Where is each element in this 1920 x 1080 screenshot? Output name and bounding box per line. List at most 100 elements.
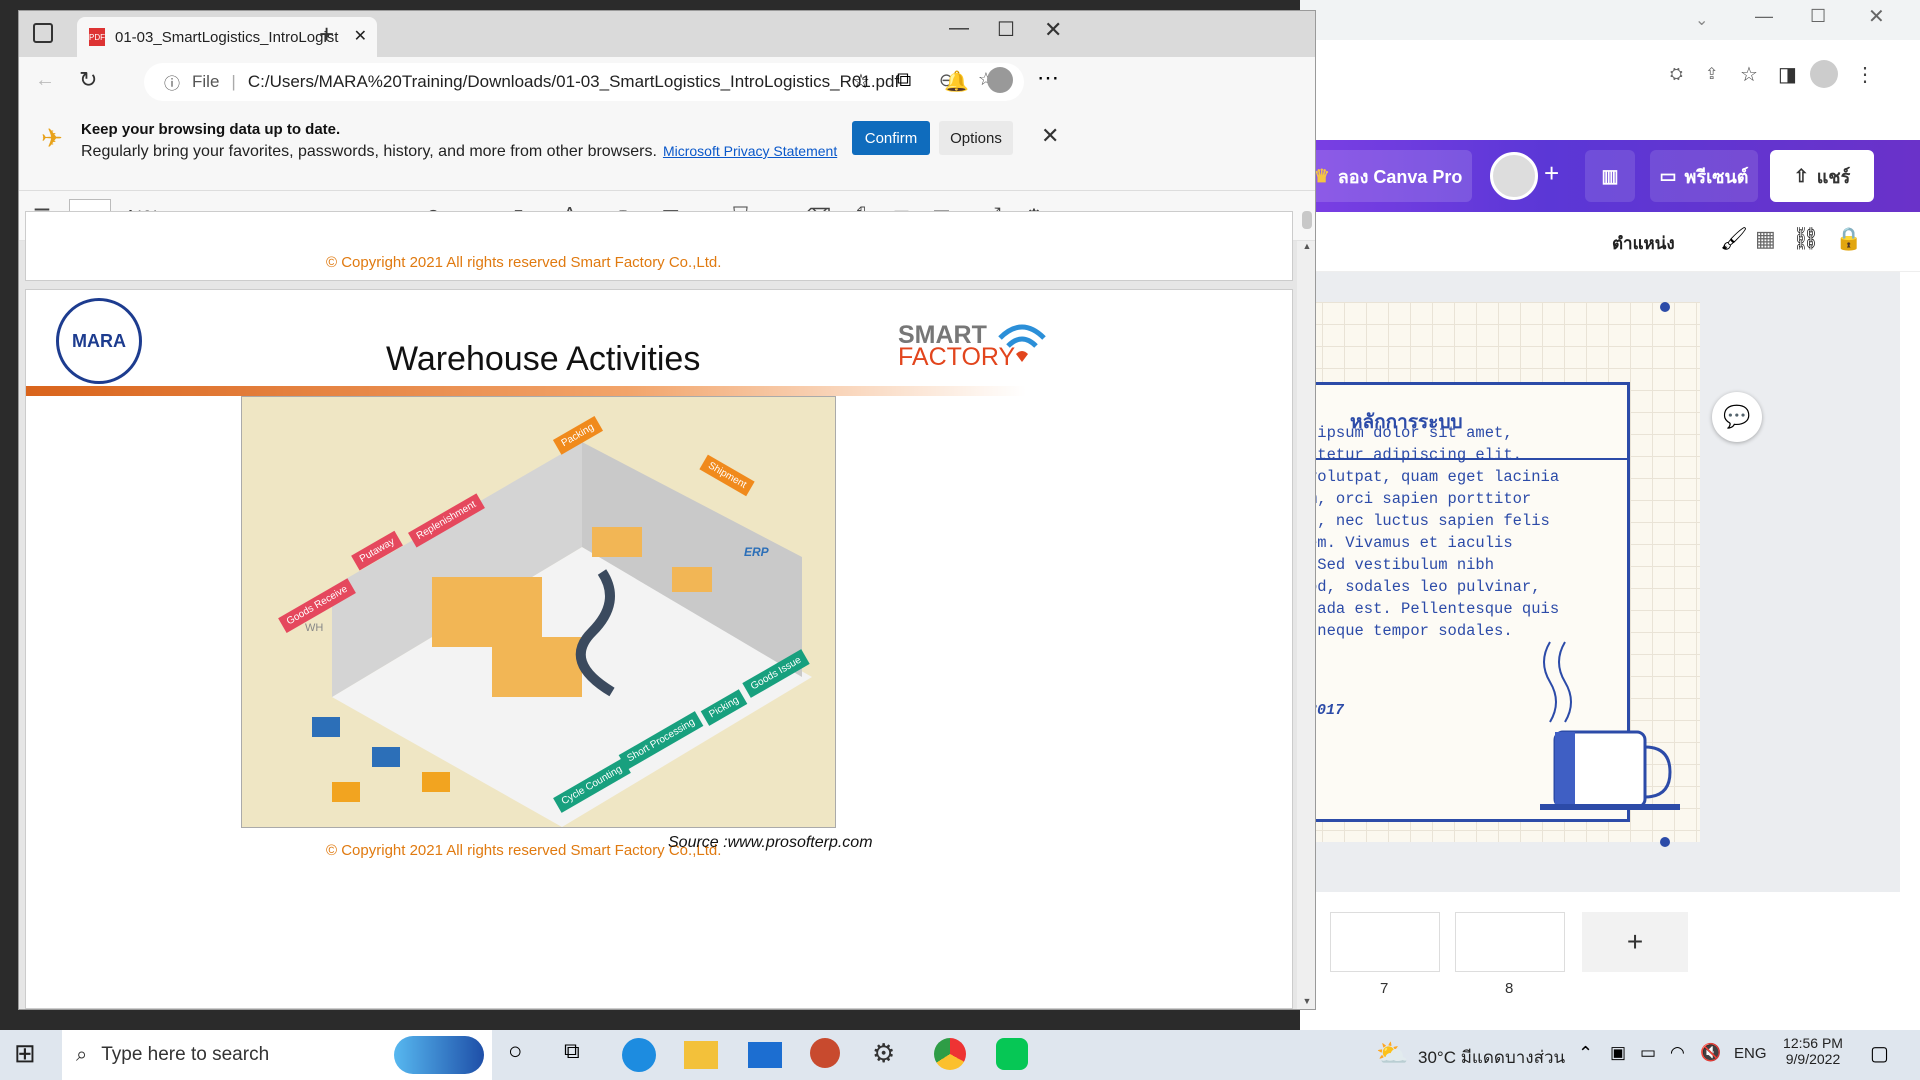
crown-icon: ♛ (1313, 165, 1330, 186)
present-button[interactable]: ▭ พรีเซนต์ (1650, 150, 1758, 202)
slide-thumbnail-7[interactable] (1330, 912, 1440, 972)
task-view-icon[interactable]: ⧉ (564, 1038, 598, 1072)
scroll-up-icon[interactable]: ▲ (1301, 241, 1313, 255)
new-tab-icon[interactable]: + (319, 19, 334, 50)
privacy-link[interactable]: Microsoft Privacy Statement (663, 143, 837, 159)
warehouse-drawing (312, 442, 812, 827)
share-page-icon[interactable]: ⇪ (1705, 64, 1718, 84)
thumbnail-label: 8 (1505, 980, 1514, 997)
url-scheme: File (192, 72, 220, 91)
powerpoint-icon[interactable] (810, 1038, 840, 1068)
insights-button[interactable]: ▥ (1585, 150, 1635, 202)
tab-dropdown-icon[interactable]: ⌄ (1695, 10, 1708, 30)
selection-handle[interactable] (1660, 837, 1670, 847)
translate-icon[interactable]: ⛭ (1670, 66, 1683, 84)
title-underline (26, 386, 1026, 396)
background-titlebar: ⌄ — ☐ ✕ (1300, 0, 1920, 40)
weather-text[interactable]: 30°C มีแดดบางส่วน (1418, 1044, 1565, 1071)
copyright-text: © Copyright 2021 All rights reserved Sma… (326, 254, 722, 271)
close-window-icon[interactable]: ✕ (1044, 17, 1062, 43)
wifi-icon[interactable]: ◠ (1670, 1043, 1685, 1063)
profile-avatar-icon[interactable] (1810, 60, 1838, 88)
refresh-icon[interactable]: ↻ (79, 67, 97, 93)
bar-chart-icon: ▥ (1601, 165, 1619, 186)
bookmark-star-icon[interactable]: ☆ (1740, 62, 1758, 87)
background-browser-window: ⌄ — ☐ ✕ ⛭ ⇪ ☆ ◨ ⋮ ♛ ลอง Canva Pro + ▥ ▭ … (1300, 0, 1920, 1030)
try-canva-pro-button[interactable]: ♛ ลอง Canva Pro (1304, 150, 1472, 202)
language-indicator[interactable]: ENG (1734, 1045, 1767, 1062)
clock[interactable]: 12:56 PM 9/9/2022 (1778, 1035, 1848, 1067)
close-tab-icon[interactable]: ✕ (354, 26, 367, 46)
tray-chevron-icon[interactable]: ⌃ (1578, 1043, 1593, 1064)
position-button[interactable]: ตำแหน่ง (1612, 230, 1675, 257)
clock-time: 12:56 PM (1783, 1035, 1843, 1051)
search-icon: ⌕ (76, 1043, 88, 1066)
more-icon[interactable]: ⋯ (1037, 65, 1059, 91)
address-bar[interactable]: ⓘ File | C:/Users/MARA%20Training/Downlo… (144, 63, 1024, 101)
share-button[interactable]: ⇧ แชร์ (1770, 150, 1874, 202)
transparency-icon[interactable]: ▦ (1755, 226, 1776, 252)
scroll-down-icon[interactable]: ▼ (1301, 996, 1313, 1009)
url-text: C:/Users/MARA%20Training/Downloads/01-03… (247, 72, 900, 91)
add-page-button[interactable]: + (1582, 912, 1688, 972)
wifi-icon (998, 324, 1046, 362)
profile-icon[interactable] (987, 67, 1013, 93)
canva-topbar: ♛ ลอง Canva Pro + ▥ ▭ พรีเซนต์ ⇧ แชร์ (1300, 140, 1920, 212)
tab-actions-icon[interactable] (33, 23, 53, 43)
maximize-icon[interactable]: ☐ (1810, 6, 1826, 27)
file-explorer-icon[interactable] (684, 1041, 718, 1069)
infobar-title: Keep your browsing data up to date. (81, 121, 341, 138)
slide-thumbnail-8[interactable] (1455, 912, 1565, 972)
minimize-icon[interactable]: — (949, 17, 969, 40)
cortana-icon[interactable]: ○ (508, 1038, 542, 1072)
link-icon[interactable]: ⛓ (1792, 226, 1820, 252)
line-app-icon[interactable] (996, 1038, 1028, 1070)
windows-start-icon[interactable]: ⊞ (14, 1038, 48, 1072)
pdf-document-area[interactable]: © Copyright 2021 All rights reserved Sma… (19, 211, 1315, 1009)
tab-strip: PDF 01-03_SmartLogistics_IntroLogist ✕ +… (19, 11, 1315, 57)
meet-now-icon[interactable]: ▣ (1610, 1043, 1626, 1063)
favorites-icon[interactable]: ☆ (852, 69, 870, 94)
close-icon[interactable]: ✕ (1868, 4, 1885, 29)
label-erp: ERP (744, 545, 769, 559)
weather-icon[interactable]: ⛅ (1376, 1038, 1410, 1072)
pdf-page-current: MARA Warehouse Activities SMART FACTORY (25, 289, 1293, 1009)
notifications-icon[interactable]: ▢ (1870, 1041, 1889, 1066)
close-infobar-icon[interactable]: ✕ (1041, 123, 1059, 149)
mail-icon[interactable] (748, 1042, 782, 1068)
user-avatar[interactable] (1490, 152, 1538, 200)
volume-muted-icon[interactable]: 🔇 (1700, 1043, 1721, 1063)
copyright-text: © Copyright 2021 All rights reserved Sma… (326, 842, 722, 859)
canva-editor-toolbar: ตำแหน่ง 🖌 ▦ ⛓ 🔒 (1300, 212, 1920, 272)
edge-app-icon[interactable] (622, 1038, 656, 1072)
add-collaborator-icon[interactable]: + (1544, 158, 1559, 189)
source-text: Source :www.prosofterp.com (668, 834, 873, 851)
collections-icon[interactable]: ⧉ (897, 69, 911, 92)
menu-dots-icon[interactable]: ⋮ (1855, 62, 1875, 87)
confirm-button[interactable]: Confirm (852, 121, 930, 155)
settings-icon[interactable]: ⚙ (872, 1038, 906, 1072)
scrollbar[interactable]: ▲ ▼ (1297, 211, 1315, 1009)
options-button[interactable]: Options (939, 121, 1013, 155)
chrome-icon[interactable] (934, 1038, 966, 1070)
thumbnail-label: 7 (1380, 980, 1389, 997)
canva-slide[interactable]: หลักการระบบ ipsum dolor sit amet, ctetur… (1300, 302, 1700, 847)
tab-title: 01-03_SmartLogistics_IntroLogist (115, 28, 339, 46)
add-comment-icon[interactable]: 💬 (1712, 392, 1762, 442)
notifications-icon[interactable]: 🔔 (944, 69, 969, 94)
slide-body-text: ipsum dolor sit amet, ctetur adipiscing … (1308, 424, 1560, 640)
paint-format-icon[interactable]: 🖌 (1720, 226, 1748, 252)
selection-handle[interactable] (1660, 302, 1670, 312)
minimize-icon[interactable]: — (1755, 6, 1773, 27)
lock-icon[interactable]: 🔒 (1835, 226, 1862, 252)
battery-icon[interactable]: ▭ (1640, 1043, 1656, 1063)
taskbar-search[interactable]: ⌕ Type here to search (62, 1030, 492, 1080)
maximize-icon[interactable]: ☐ (997, 17, 1015, 42)
sidebar-icon[interactable]: ◨ (1778, 62, 1797, 87)
infobar-text: Regularly bring your favorites, password… (81, 143, 657, 160)
address-bar-row: ← ↻ ⓘ File | C:/Users/MARA%20Training/Do… (19, 57, 1315, 109)
info-icon: ⓘ (164, 76, 181, 93)
pdf-page-previous: © Copyright 2021 All rights reserved Sma… (25, 211, 1293, 281)
scroll-thumb[interactable] (1302, 211, 1312, 229)
back-icon[interactable]: ← (35, 69, 55, 92)
